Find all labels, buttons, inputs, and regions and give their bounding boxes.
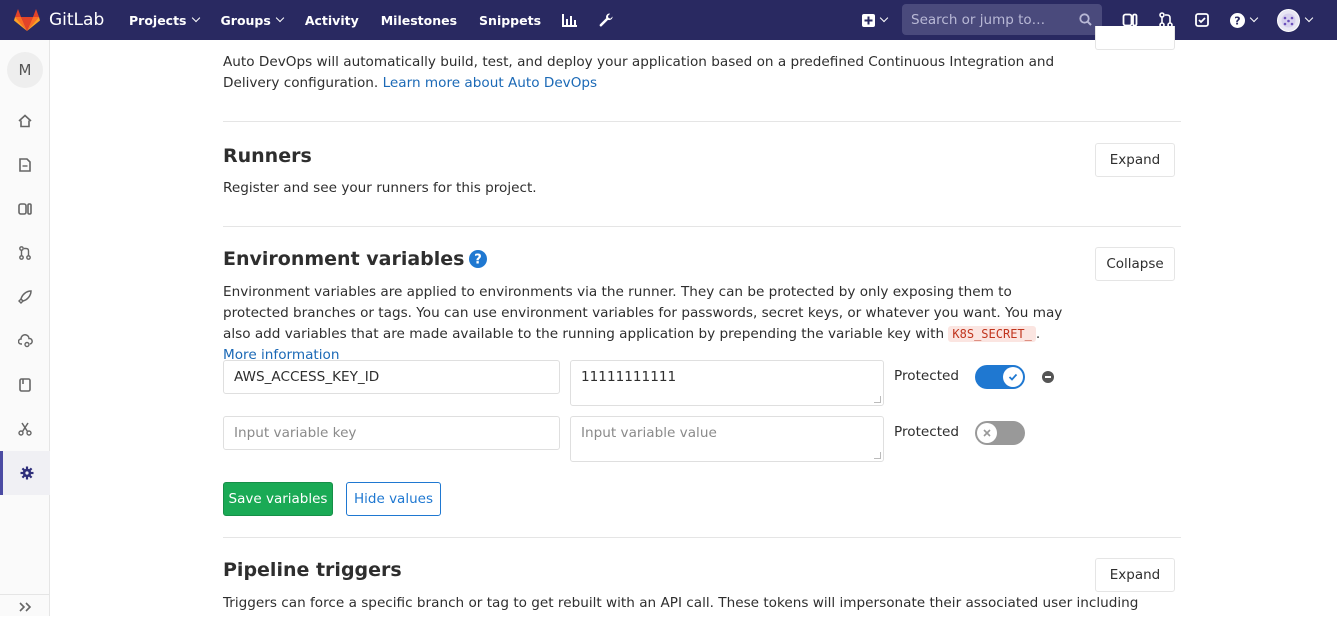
env-desc-period: . (1035, 326, 1041, 342)
operations-cloud-icon[interactable] (0, 325, 50, 357)
chevron-down-icon (275, 13, 285, 23)
nav-groups[interactable]: Groups (210, 0, 294, 40)
user-avatar (1277, 8, 1300, 32)
pipeline-triggers-description: Triggers can force a specific branch or … (223, 595, 1139, 611)
collapse-sidebar-button[interactable] (0, 594, 50, 618)
merge-requests-icon[interactable] (0, 237, 50, 269)
wiki-book-icon[interactable] (0, 369, 50, 401)
new-item-dropdown[interactable] (852, 0, 897, 40)
chevron-down-icon (879, 13, 889, 23)
section-divider (223, 226, 1181, 227)
chart-icon[interactable] (552, 0, 588, 40)
env-vars-description: Environment variables are applied to env… (223, 282, 1069, 366)
protected-label: Protected (894, 368, 960, 384)
question-circle-icon: ? (1230, 12, 1245, 28)
issues-icon[interactable] (0, 193, 50, 225)
save-variables-button[interactable]: Save variables (223, 482, 333, 516)
section-divider (223, 121, 1181, 122)
env-vars-title-row: Environment variables ? (223, 248, 1181, 270)
help-dropdown[interactable]: ? (1220, 0, 1267, 40)
wrench-icon[interactable] (588, 0, 624, 40)
search-input[interactable]: Search or jump to… (902, 4, 1102, 35)
project-sidebar: M (0, 40, 50, 616)
snippets-scissors-icon[interactable] (0, 413, 50, 445)
resize-handle[interactable] (874, 396, 881, 403)
search-placeholder: Search or jump to… (911, 11, 1046, 28)
todos-icon[interactable] (1184, 0, 1220, 40)
variable-value-placeholder: Input variable value (581, 425, 717, 441)
chevron-down-icon (191, 13, 200, 23)
hide-values-button[interactable]: Hide values (346, 482, 441, 516)
nav-snippets[interactable]: Snippets (468, 0, 552, 40)
autodevops-desc-text: Auto DevOps will automatically build, te… (223, 54, 1055, 91)
runners-expand-button[interactable]: Expand (1095, 143, 1175, 177)
plus-square-icon (862, 13, 875, 27)
protected-label: Protected (894, 424, 960, 440)
protected-toggle[interactable] (975, 421, 1025, 445)
gitlab-tanuki-icon (14, 9, 40, 31)
double-chevron-right-icon (19, 601, 32, 612)
runners-title: Runners (223, 145, 312, 167)
learn-more-autodevops-link[interactable]: Learn more about Auto DevOps (383, 75, 598, 91)
user-dropdown[interactable] (1267, 0, 1322, 40)
x-icon (977, 423, 997, 443)
variable-key-input[interactable]: AWS_ACCESS_KEY_ID (223, 360, 560, 394)
brand-name: GitLab (49, 10, 105, 30)
check-icon (1003, 367, 1023, 387)
rocket-icon[interactable] (0, 281, 50, 313)
variable-value-text: 11111111111 (581, 369, 677, 385)
variable-value-textarea[interactable]: Input variable value (570, 416, 884, 462)
nav-activity[interactable]: Activity (294, 0, 370, 40)
chevron-down-icon (1304, 13, 1314, 23)
pipeline-triggers-expand-button[interactable]: Expand (1095, 558, 1175, 592)
nav-projects[interactable]: Projects (118, 0, 210, 40)
variable-value-textarea[interactable]: 11111111111 (570, 360, 884, 406)
autodevops-description: Auto DevOps will automatically build, te… (223, 52, 1063, 94)
env-vars-title: Environment variables (223, 248, 465, 270)
pipeline-triggers-title: Pipeline triggers (223, 559, 402, 581)
svg-text:?: ? (1234, 14, 1240, 27)
k8s-secret-code: K8S_SECRET_ (948, 326, 1036, 342)
env-vars-collapse-button[interactable]: Collapse (1095, 247, 1175, 281)
protected-toggle[interactable] (975, 365, 1025, 389)
section-divider (223, 537, 1181, 538)
variable-key-input[interactable]: Input variable key (223, 416, 560, 450)
home-icon[interactable] (0, 105, 50, 137)
variable-key-placeholder: Input variable key (234, 425, 357, 441)
nav-projects-label: Projects (129, 12, 187, 28)
brand-logo[interactable]: GitLab (0, 8, 118, 32)
remove-variable-icon[interactable] (1042, 371, 1054, 383)
question-circle-icon[interactable]: ? (469, 250, 488, 268)
settings-gear-icon[interactable] (0, 451, 50, 495)
nav-milestones[interactable]: Milestones (370, 0, 468, 40)
autodevops-expand-button[interactable] (1095, 26, 1175, 50)
chevron-down-icon (1249, 13, 1259, 23)
runners-description: Register and see your runners for this p… (223, 180, 537, 196)
env-desc-text: Environment variables are applied to env… (223, 284, 1063, 342)
nav-groups-label: Groups (220, 12, 271, 28)
svg-text:?: ? (475, 253, 483, 268)
search-icon (1079, 13, 1092, 26)
repository-icon[interactable] (0, 149, 50, 181)
variable-key-value: AWS_ACCESS_KEY_ID (234, 369, 380, 385)
project-avatar[interactable]: M (7, 52, 43, 88)
resize-handle[interactable] (874, 452, 881, 459)
